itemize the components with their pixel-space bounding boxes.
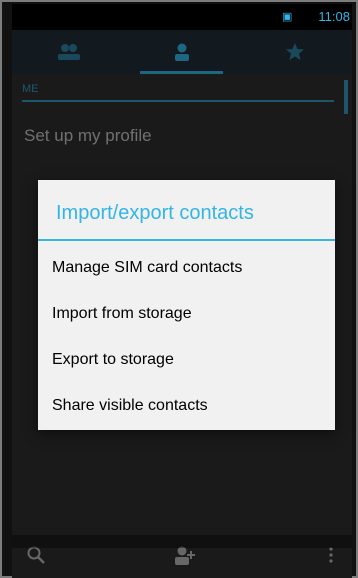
search-icon[interactable]	[26, 545, 46, 570]
status-icon: ▣	[282, 11, 293, 23]
add-contact-icon[interactable]	[172, 545, 196, 572]
menu-item-export-storage[interactable]: Export to storage	[38, 336, 335, 383]
menu-item-import-storage[interactable]: Import from storage	[38, 290, 335, 337]
menu-item-share-visible[interactable]: Share visible contacts	[38, 382, 335, 429]
menu-item-manage-sim[interactable]: Manage SIM card contacts	[38, 244, 335, 291]
overflow-menu-icon[interactable]	[328, 545, 334, 570]
status-bar: ▣ 11:08	[12, 4, 352, 30]
dialog-title: Import/export contacts	[56, 202, 254, 224]
dialog-divider	[38, 239, 335, 241]
status-time: 11:08	[318, 9, 350, 24]
import-export-dialog: Import/export contacts Manage SIM card c…	[38, 180, 335, 430]
